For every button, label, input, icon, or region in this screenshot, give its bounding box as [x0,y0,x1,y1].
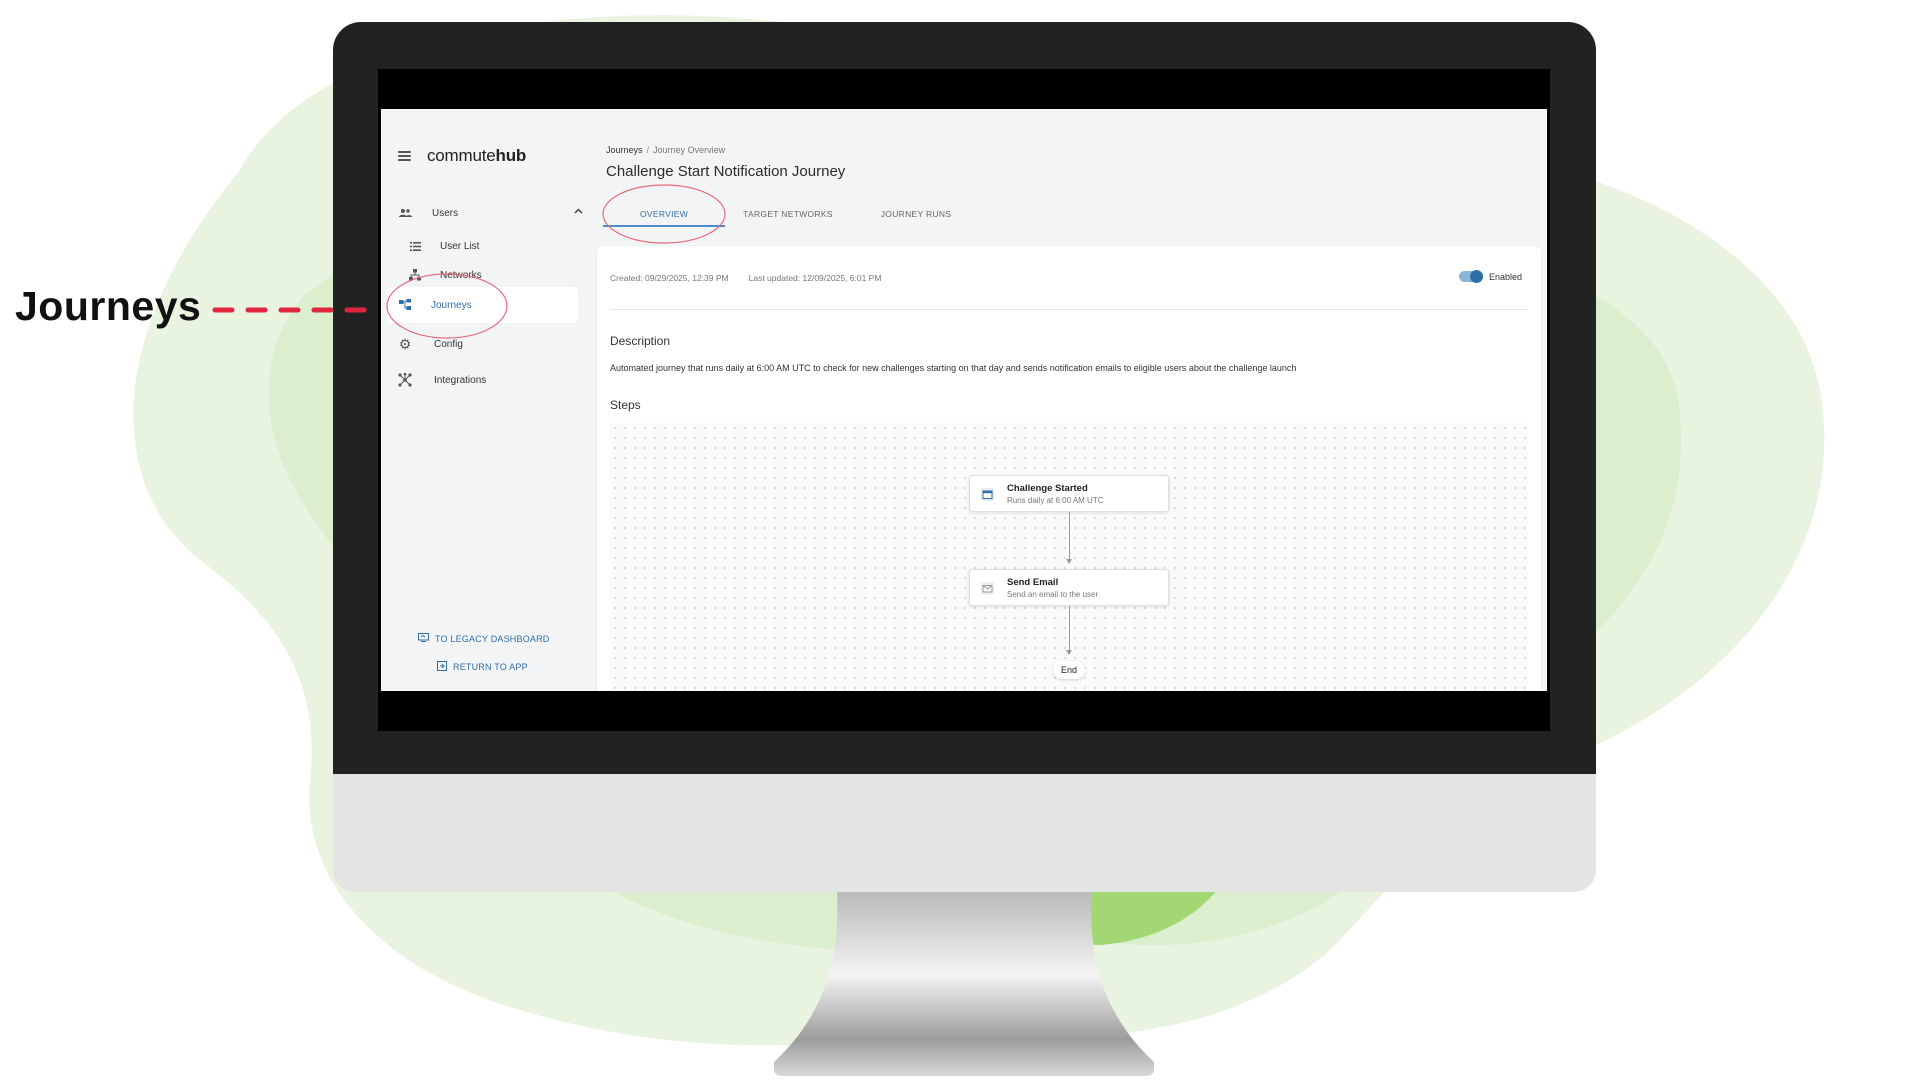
annotation-overlay [212,184,726,339]
highlight-circle-overview [602,184,726,244]
highlight-circle-journeys [386,273,508,339]
